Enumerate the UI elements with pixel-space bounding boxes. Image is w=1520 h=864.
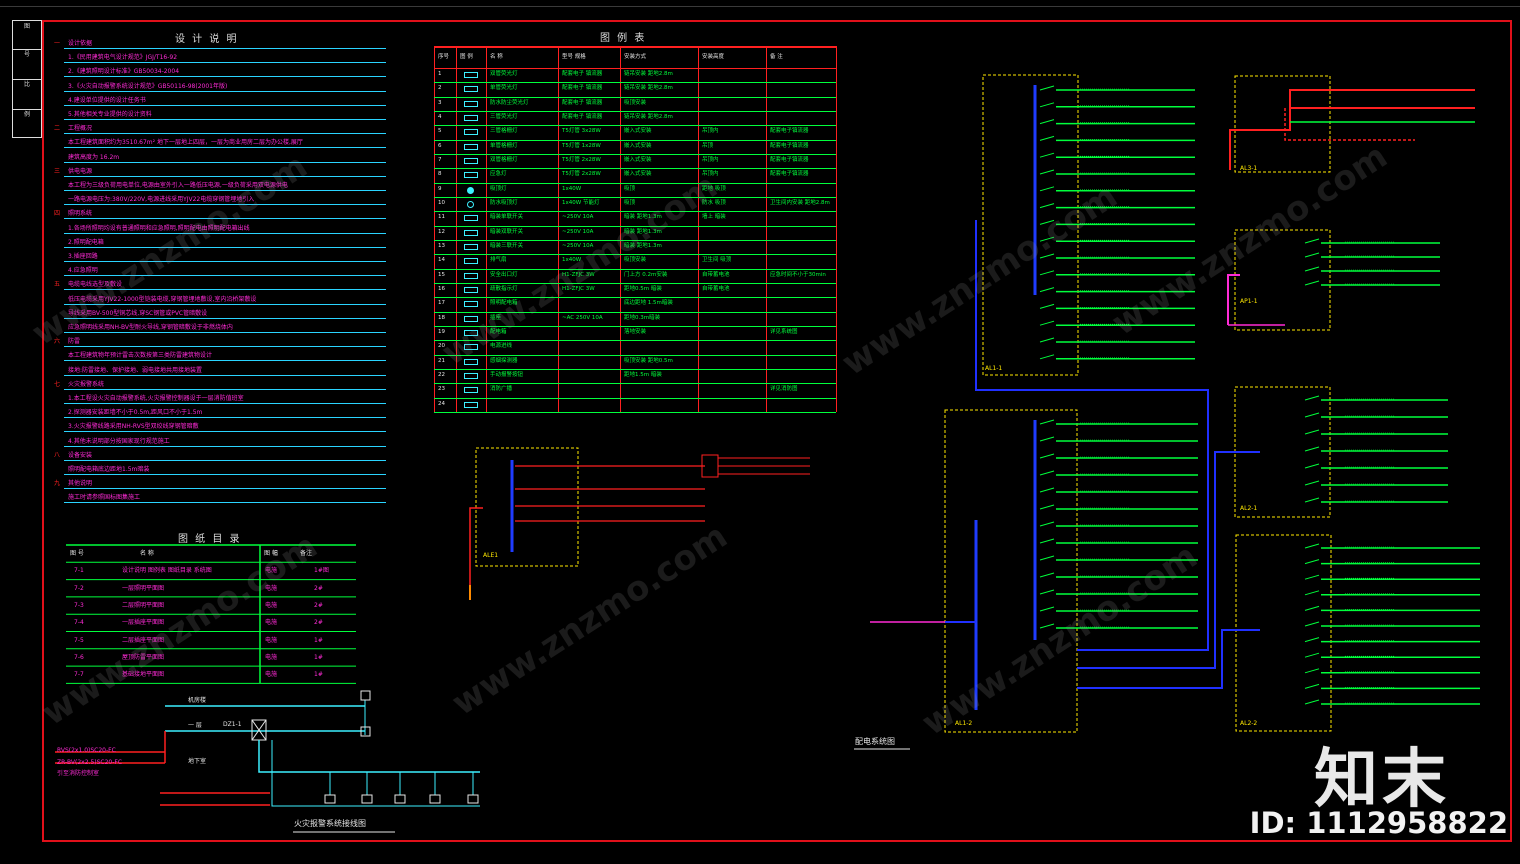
magenta-circuit: [1227, 274, 1240, 325]
circuit-breaker: [1304, 395, 1320, 401]
circuit-breaker: [1039, 169, 1055, 175]
fire-alarm-device: [361, 794, 373, 804]
circuit-breaker: [1039, 606, 1055, 612]
schematic-drawings: [55, 74, 1480, 833]
distribution-box-label: AL3-1: [1240, 165, 1258, 172]
fire-alarm-label: ZR-BV(2x2.5)SC20-FC: [57, 759, 123, 766]
circuit-breaker: [1304, 238, 1320, 244]
circuit-breaker: [1039, 487, 1055, 493]
circuit-breaker: [1039, 270, 1055, 276]
circuit-breaker: [1039, 303, 1055, 309]
distribution-box-label: AL1-1: [985, 365, 1003, 372]
circuit-breaker: [1039, 419, 1055, 425]
feeder-line: [1077, 629, 1260, 689]
circuit-breaker: [1039, 354, 1055, 360]
circuit-breaker: [1039, 521, 1055, 527]
circuit-breaker: [1039, 572, 1055, 578]
fire-alarm-device: [467, 794, 479, 804]
circuit-breaker: [1039, 337, 1055, 343]
circuit-breaker: [1304, 543, 1320, 549]
distribution-box: [1235, 534, 1332, 732]
circuit-breaker: [1039, 219, 1055, 225]
circuit-breaker: [1304, 590, 1320, 596]
red-circuit: [1229, 89, 1475, 170]
fire-alarm-label: 引至消防控制室: [57, 770, 100, 777]
circuit-breaker: [1304, 699, 1320, 705]
circuit-breaker: [1039, 253, 1055, 259]
fire-alarm-label: 机房楼: [188, 697, 207, 704]
circuit-breaker: [1039, 538, 1055, 544]
circuit-breaker: [1304, 683, 1320, 689]
fire-alarm-bus: [258, 740, 480, 773]
circuit-breaker: [1039, 236, 1055, 242]
circuit-breaker: [1039, 287, 1055, 293]
fire-alarm-label: 地下室: [188, 758, 207, 765]
circuit-breaker: [1304, 559, 1320, 565]
feeder-line: [975, 220, 1209, 651]
circuit-breaker: [1304, 652, 1320, 658]
circuit-breaker: [1039, 102, 1055, 108]
circuit-breaker: [1304, 252, 1320, 258]
distribution-box-label: AL2-2: [1240, 720, 1258, 727]
fire-alarm-bus: [271, 740, 480, 807]
circuit-breaker: [1304, 480, 1320, 486]
image-id-label: ID: 1112958822: [1249, 806, 1508, 840]
circuit-breaker: [1304, 280, 1320, 286]
fire-alarm-device: [360, 690, 371, 701]
circuit-breaker: [1039, 186, 1055, 192]
circuit-breaker: [1039, 504, 1055, 510]
circuit-breaker: [1039, 320, 1055, 326]
circuit-breaker: [1304, 463, 1320, 469]
circuit-breaker: [1039, 85, 1055, 91]
distribution-box: [1234, 229, 1331, 331]
circuit-breaker: [1039, 470, 1055, 476]
fire-alarm-device: [394, 794, 406, 804]
circuit-breaker: [1039, 152, 1055, 158]
circuit-breaker: [1304, 497, 1320, 503]
distribution-box-label: AL2-1: [1240, 505, 1258, 512]
circuit-breaker: [1039, 119, 1055, 125]
distribution-box-label: AL1-2: [955, 720, 973, 727]
circuit-breaker: [1304, 574, 1320, 580]
circuit-breaker: [1304, 605, 1320, 611]
distribution-title: 配电系统图: [855, 737, 895, 746]
fire-alarm-device: [324, 794, 336, 804]
circuit-breaker: [1304, 621, 1320, 627]
circuit-breaker: [1039, 589, 1055, 595]
red-circuit: [1284, 108, 1415, 141]
distribution-box-label: AP1-1: [1240, 298, 1258, 305]
circuit-breaker: [1039, 555, 1055, 561]
circuit-breaker: [1304, 412, 1320, 418]
circuit-breaker: [1304, 446, 1320, 452]
circuit-breaker: [1039, 135, 1055, 141]
circuit-breaker: [1039, 453, 1055, 459]
circuit-breaker: [1039, 623, 1055, 629]
circuit-breaker: [1039, 436, 1055, 442]
fire-alarm-device: [429, 794, 441, 804]
circuit-breaker: [1304, 668, 1320, 674]
circuit-breaker: [1304, 637, 1320, 643]
fire-alarm-label: RVS(2x1.0)SC20-FC: [57, 747, 116, 754]
distribution-box-label: ALE1: [483, 552, 499, 559]
fire-alarm-label: DZ1-1: [223, 721, 242, 728]
fire-alarm-label: 一 层: [188, 722, 202, 729]
circuit-breaker: [1304, 429, 1320, 435]
circuit-breaker: [1039, 203, 1055, 209]
fire-alarm-title: 火灾报警系统接线图: [294, 819, 366, 828]
circuit-breaker: [1304, 266, 1320, 272]
